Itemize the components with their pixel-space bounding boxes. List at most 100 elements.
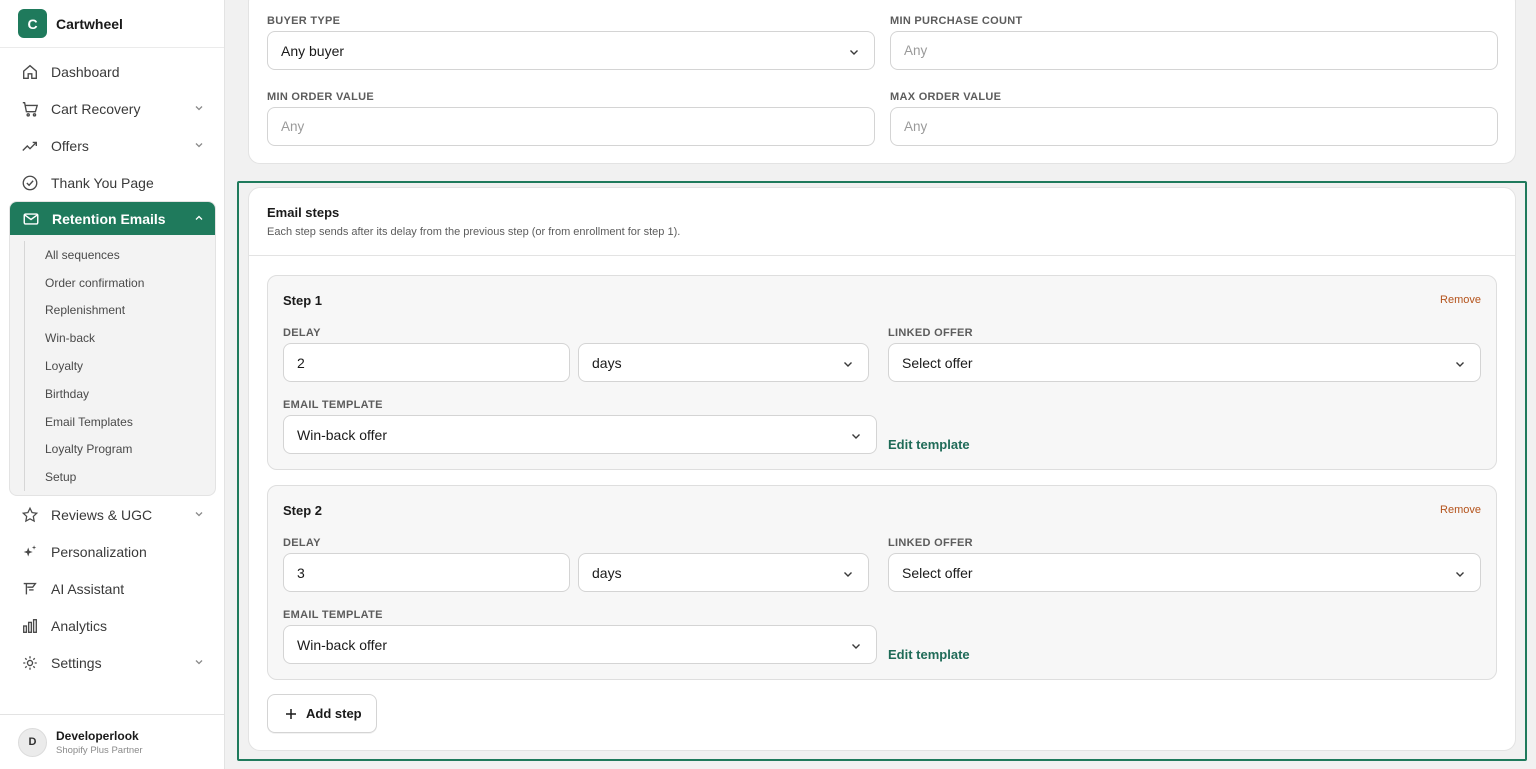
sidebar-subnav: All sequences Order confirmation Repleni…: [10, 235, 215, 495]
min-purchase-input[interactable]: Any: [890, 31, 1498, 70]
subnav-item-loyalty-program[interactable]: Loyalty Program: [25, 436, 215, 464]
sidebar-item-label: AI Assistant: [51, 580, 125, 597]
linked-offer-label: LINKED OFFER: [888, 537, 973, 549]
subnav-item-order-confirmation[interactable]: Order confirmation: [25, 269, 215, 297]
linked-offer-label: LINKED OFFER: [888, 327, 973, 339]
sidebar-item-label: Retention Emails: [52, 210, 166, 227]
email-steps-header: Email steps Each step sends after its de…: [249, 188, 1515, 256]
step-title: Step 2: [283, 503, 323, 518]
edit-template-link[interactable]: Edit template: [888, 647, 970, 662]
linked-offer-value: Select offer: [902, 564, 973, 581]
linked-offer-select[interactable]: Select offer: [888, 553, 1481, 592]
min-purchase-label: MIN PURCHASE COUNT: [890, 15, 1023, 27]
chevron-up-icon: [195, 215, 203, 220]
add-step-button[interactable]: Add step: [267, 694, 377, 733]
delay-value: 2: [297, 354, 305, 371]
sidebar-item-settings[interactable]: Settings: [0, 644, 224, 681]
delay-input[interactable]: 3: [283, 553, 570, 592]
plus-icon: [286, 708, 296, 719]
chevron-down-icon: [1456, 362, 1464, 367]
sidebar: C Cartwheel Dashboard Cart Recovery Offe…: [0, 0, 225, 769]
buyer-type-value: Any buyer: [281, 42, 345, 59]
max-order-label: MAX ORDER VALUE: [890, 91, 1002, 103]
sidebar-item-thank-you-page[interactable]: Thank You Page: [0, 164, 224, 201]
sidebar-item-label: Offers: [51, 137, 89, 154]
sidebar-item-personalization[interactable]: Personalization: [0, 533, 224, 570]
delay-label: DELAY: [283, 537, 321, 549]
user-profile[interactable]: D Developerlook Shopify Plus Partner: [0, 714, 224, 769]
chevron-down-icon: [850, 50, 858, 55]
sidebar-group-retention-emails: Retention Emails All sequences Order con…: [9, 201, 216, 497]
chevron-down-icon: [844, 362, 852, 367]
subnav-item-email-templates[interactable]: Email Templates: [25, 408, 215, 436]
gear-icon: [21, 654, 39, 672]
chevron-down-icon: [195, 106, 203, 111]
delay-value: 3: [297, 564, 305, 581]
sidebar-item-label: Reviews & UGC: [51, 506, 153, 523]
subnav-item-replenishment[interactable]: Replenishment: [25, 297, 215, 325]
subnav-item-win-back[interactable]: Win-back: [25, 324, 215, 352]
email-template-label: EMAIL TEMPLATE: [283, 609, 383, 621]
sidebar-nav: Dashboard Cart Recovery Offers Thank You…: [0, 48, 224, 681]
brand-logo: C: [18, 9, 47, 38]
min-order-label: MIN ORDER VALUE: [267, 91, 374, 103]
star-icon: [21, 506, 39, 524]
email-template-select[interactable]: Win-back offer: [283, 625, 877, 664]
subnav-item-all-sequences[interactable]: All sequences: [25, 241, 215, 269]
subnav-item-setup[interactable]: Setup: [25, 463, 215, 491]
min-order-input[interactable]: Any: [267, 107, 875, 146]
sidebar-item-analytics[interactable]: Analytics: [0, 607, 224, 644]
check-circle-icon: [21, 174, 39, 192]
home-icon: [21, 63, 39, 81]
sidebar-item-cart-recovery[interactable]: Cart Recovery: [0, 90, 224, 127]
sidebar-item-label: Analytics: [51, 617, 108, 634]
delay-input[interactable]: 2: [283, 343, 570, 382]
buyer-type-select[interactable]: Any buyer: [267, 31, 875, 70]
min-order-placeholder: Any: [281, 119, 305, 134]
email-template-select[interactable]: Win-back offer: [283, 415, 877, 454]
sidebar-item-dashboard[interactable]: Dashboard: [0, 53, 224, 90]
delay-unit-select[interactable]: days: [578, 343, 869, 382]
email-template-value: Win-back offer: [297, 636, 387, 653]
avatar: D: [18, 727, 47, 757]
email-template-value: Win-back offer: [297, 426, 387, 443]
email-step-1: Step 1 Remove DELAY 2 days LINKED OFFER …: [267, 275, 1497, 470]
subnav-item-birthday[interactable]: Birthday: [25, 380, 215, 408]
linked-offer-value: Select offer: [902, 354, 973, 371]
user-role: Shopify Plus Partner: [56, 744, 143, 756]
sidebar-item-offers[interactable]: Offers: [0, 127, 224, 164]
audience-filters-card: BUYER TYPE Any buyer MIN PURCHASE COUNT …: [248, 0, 1516, 164]
email-template-label: EMAIL TEMPLATE: [283, 399, 383, 411]
remove-step-button[interactable]: Remove: [1440, 504, 1481, 516]
brand[interactable]: C Cartwheel: [0, 0, 224, 48]
sidebar-item-retention-emails[interactable]: Retention Emails: [10, 202, 215, 235]
delay-unit-value: days: [592, 564, 622, 581]
trend-icon: [21, 137, 39, 155]
linked-offer-select[interactable]: Select offer: [888, 343, 1481, 382]
step-title: Step 1: [283, 293, 323, 308]
max-order-placeholder: Any: [904, 119, 928, 134]
remove-step-button[interactable]: Remove: [1440, 294, 1481, 306]
chevron-down-icon: [195, 660, 203, 665]
delay-label: DELAY: [283, 327, 321, 339]
email-steps-description: Each step sends after its delay from the…: [267, 226, 681, 238]
edit-template-link[interactable]: Edit template: [888, 437, 970, 452]
sidebar-item-label: Cart Recovery: [51, 100, 141, 117]
min-purchase-placeholder: Any: [904, 43, 928, 58]
sidebar-item-label: Thank You Page: [51, 174, 154, 191]
mail-icon: [22, 210, 40, 228]
sidebar-item-reviews-ugc[interactable]: Reviews & UGC: [0, 496, 224, 533]
sidebar-item-ai-assistant[interactable]: AI Assistant: [0, 570, 224, 607]
chevron-down-icon: [1456, 572, 1464, 577]
sparkle-icon: [21, 543, 39, 561]
add-step-label: Add step: [306, 706, 362, 721]
email-steps-card: Email steps Each step sends after its de…: [248, 187, 1516, 751]
chevron-down-icon: [195, 512, 203, 517]
cart-icon: [21, 100, 39, 118]
max-order-input[interactable]: Any: [890, 107, 1498, 146]
sidebar-item-label: Settings: [51, 654, 102, 671]
delay-unit-value: days: [592, 354, 622, 371]
delay-unit-select[interactable]: days: [578, 553, 869, 592]
subnav-item-loyalty[interactable]: Loyalty: [25, 352, 215, 380]
chevron-down-icon: [852, 434, 860, 439]
